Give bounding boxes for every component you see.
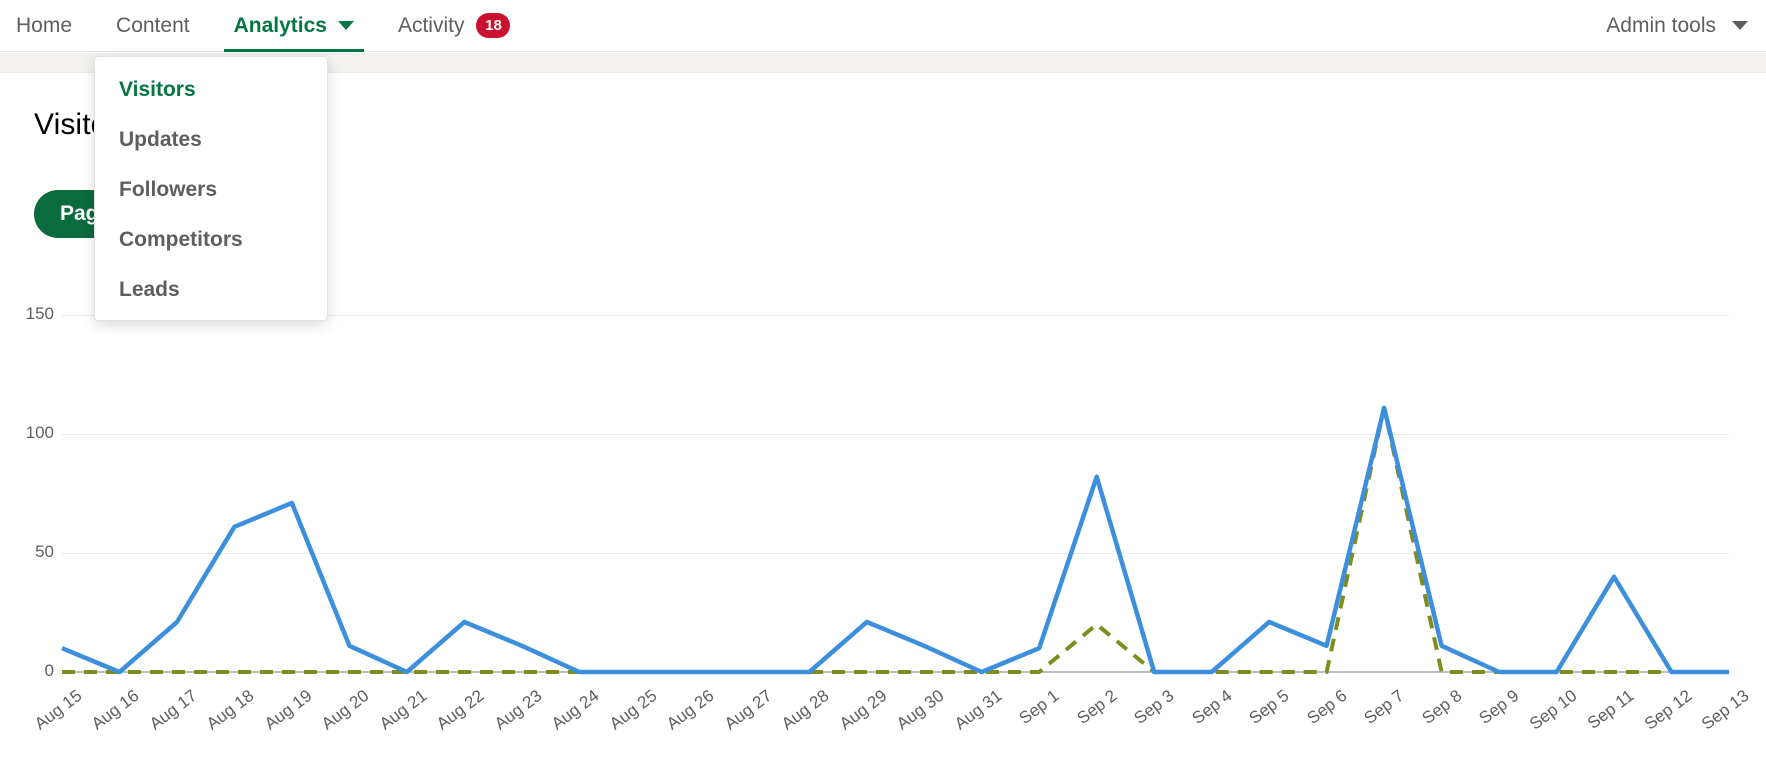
dropdown-item-followers[interactable]: Followers <box>95 165 327 215</box>
dropdown-item-competitors[interactable]: Competitors <box>95 215 327 265</box>
analytics-dropdown-menu: Visitors Updates Followers Competitors L… <box>94 56 328 321</box>
analytics-page: Home Content Analytics Activity 18 Admin… <box>0 0 1766 773</box>
dropdown-item-label: Followers <box>119 178 218 201</box>
active-tab-underline <box>223 48 364 52</box>
nav-item-home[interactable]: Home <box>0 0 94 52</box>
dropdown-item-label: Competitors <box>119 228 243 251</box>
nav-right-group: Admin tools <box>1606 0 1766 52</box>
dropdown-item-visitors[interactable]: Visitors <box>95 65 327 115</box>
admin-tools-label: Admin tools <box>1606 13 1716 37</box>
dropdown-item-label: Leads <box>119 278 180 301</box>
admin-tools-button[interactable]: Admin tools <box>1606 14 1748 38</box>
nav-item-label: Analytics <box>233 13 327 37</box>
nav-item-content[interactable]: Content <box>94 0 212 52</box>
nav-links: Home Content Analytics Activity 18 <box>0 0 532 52</box>
dropdown-item-label: Visitors <box>119 78 196 101</box>
nav-item-label: Activity <box>397 13 465 37</box>
activity-count-badge: 18 <box>476 13 511 38</box>
nav-item-label: Content <box>116 13 190 37</box>
nav-item-label: Home <box>16 13 73 37</box>
dropdown-item-leads[interactable]: Leads <box>95 265 327 315</box>
chevron-down-icon <box>1732 21 1748 30</box>
chevron-down-icon <box>337 21 354 30</box>
nav-item-analytics[interactable]: Analytics <box>212 0 376 52</box>
top-navigation-bar: Home Content Analytics Activity 18 Admin… <box>0 0 1766 52</box>
dropdown-item-updates[interactable]: Updates <box>95 115 327 165</box>
nav-item-activity[interactable]: Activity 18 <box>376 0 533 52</box>
dropdown-item-label: Updates <box>119 128 202 151</box>
